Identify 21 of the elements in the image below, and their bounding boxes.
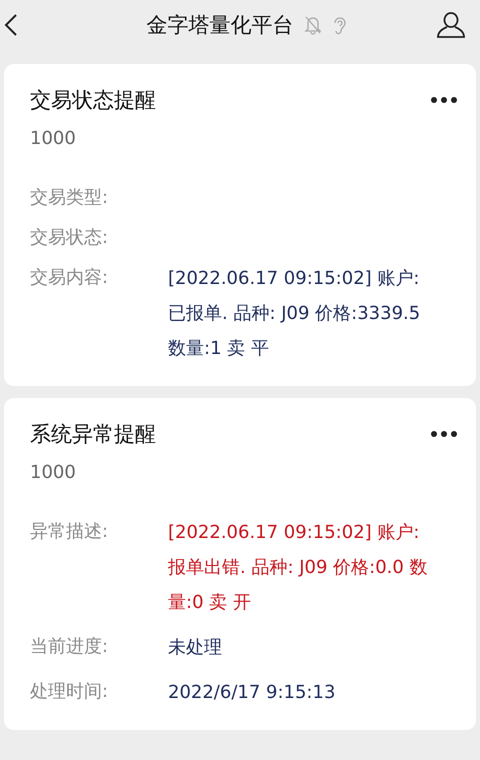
field-label: 交易状态:: [30, 226, 110, 250]
field-value: 2022/6/17 9:15:13: [168, 681, 336, 705]
ear-icon: [332, 15, 348, 35]
field-label: 交易类型:: [30, 186, 110, 210]
field-value: [2022.06.17 09:15:02] 账户: 报单出错. 品种: J09 价格:0.0 数量:0 卖 开: [168, 521, 429, 615]
field-label: 交易内容:: [30, 266, 110, 290]
muted-bell-icon: [304, 15, 322, 35]
more-icon[interactable]: [430, 430, 458, 438]
field-label: 异常描述:: [30, 520, 110, 544]
card-title: 系统异常提醒: [30, 421, 156, 448]
field-value: [2022.06.17 09:15:02] 账户: 已报单. 品种: J09 价格:3339.5 数量:1 卖 平: [168, 267, 422, 361]
chat-title: 金字塔量化平台: [146, 12, 294, 39]
profile-icon[interactable]: [436, 11, 466, 39]
account-number: 1000: [30, 128, 76, 149]
field-value: 未处理: [168, 636, 223, 660]
more-icon[interactable]: [430, 96, 458, 104]
back-icon[interactable]: [4, 13, 18, 37]
field-label: 当前进度:: [30, 635, 110, 659]
account-number: 1000: [30, 462, 76, 483]
card-title: 交易状态提醒: [30, 87, 156, 114]
field-label: 处理时间:: [30, 680, 110, 704]
